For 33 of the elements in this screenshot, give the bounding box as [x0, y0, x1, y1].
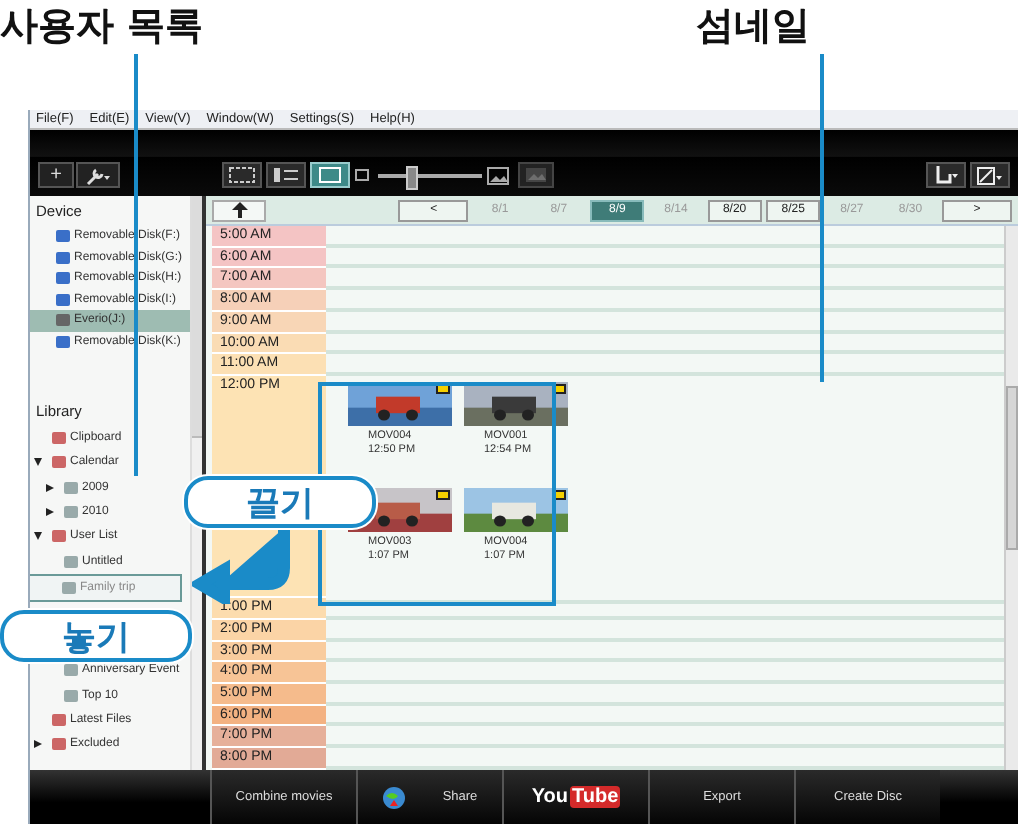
expand-arrow-icon[interactable] [46, 508, 54, 517]
expand-arrow-icon[interactable] [34, 458, 42, 467]
expand-arrow-icon[interactable] [34, 740, 42, 749]
add-button[interactable]: + [38, 162, 74, 188]
youtube-button[interactable]: You Tube [502, 770, 648, 824]
small-thumbnail-icon [354, 165, 374, 185]
import-button[interactable] [926, 162, 966, 188]
up-arrow-icon [229, 202, 250, 218]
view-mode-button[interactable] [310, 162, 350, 188]
wrench-button[interactable] [76, 162, 120, 188]
image-icon [524, 166, 548, 184]
edit-button[interactable] [970, 162, 1010, 188]
view-mode-button[interactable] [222, 162, 262, 188]
import-icon [932, 165, 960, 185]
callout-label: 놓기 [0, 610, 192, 662]
callout-label: 섬네일 [696, 2, 810, 52]
wrench-icon [84, 165, 112, 185]
grid-icon [228, 166, 256, 184]
globe-icon [382, 785, 407, 809]
edit-icon [976, 165, 1004, 185]
callout-label: 끌기 [184, 476, 376, 528]
zoom-slider[interactable] [378, 165, 482, 185]
scrollbar[interactable] [192, 196, 202, 438]
large-thumbnail-icon [486, 165, 514, 185]
scrollbar[interactable] [1004, 226, 1018, 770]
list-icon [272, 166, 300, 184]
expand-arrow-icon[interactable] [46, 483, 54, 492]
single-view-icon [316, 166, 344, 184]
view-mode-button[interactable] [266, 162, 306, 188]
expand-arrow-icon[interactable] [34, 532, 42, 541]
picture-button[interactable] [518, 162, 554, 188]
up-button[interactable] [212, 199, 267, 221]
callout-label: 사용자 목록 [0, 2, 204, 52]
